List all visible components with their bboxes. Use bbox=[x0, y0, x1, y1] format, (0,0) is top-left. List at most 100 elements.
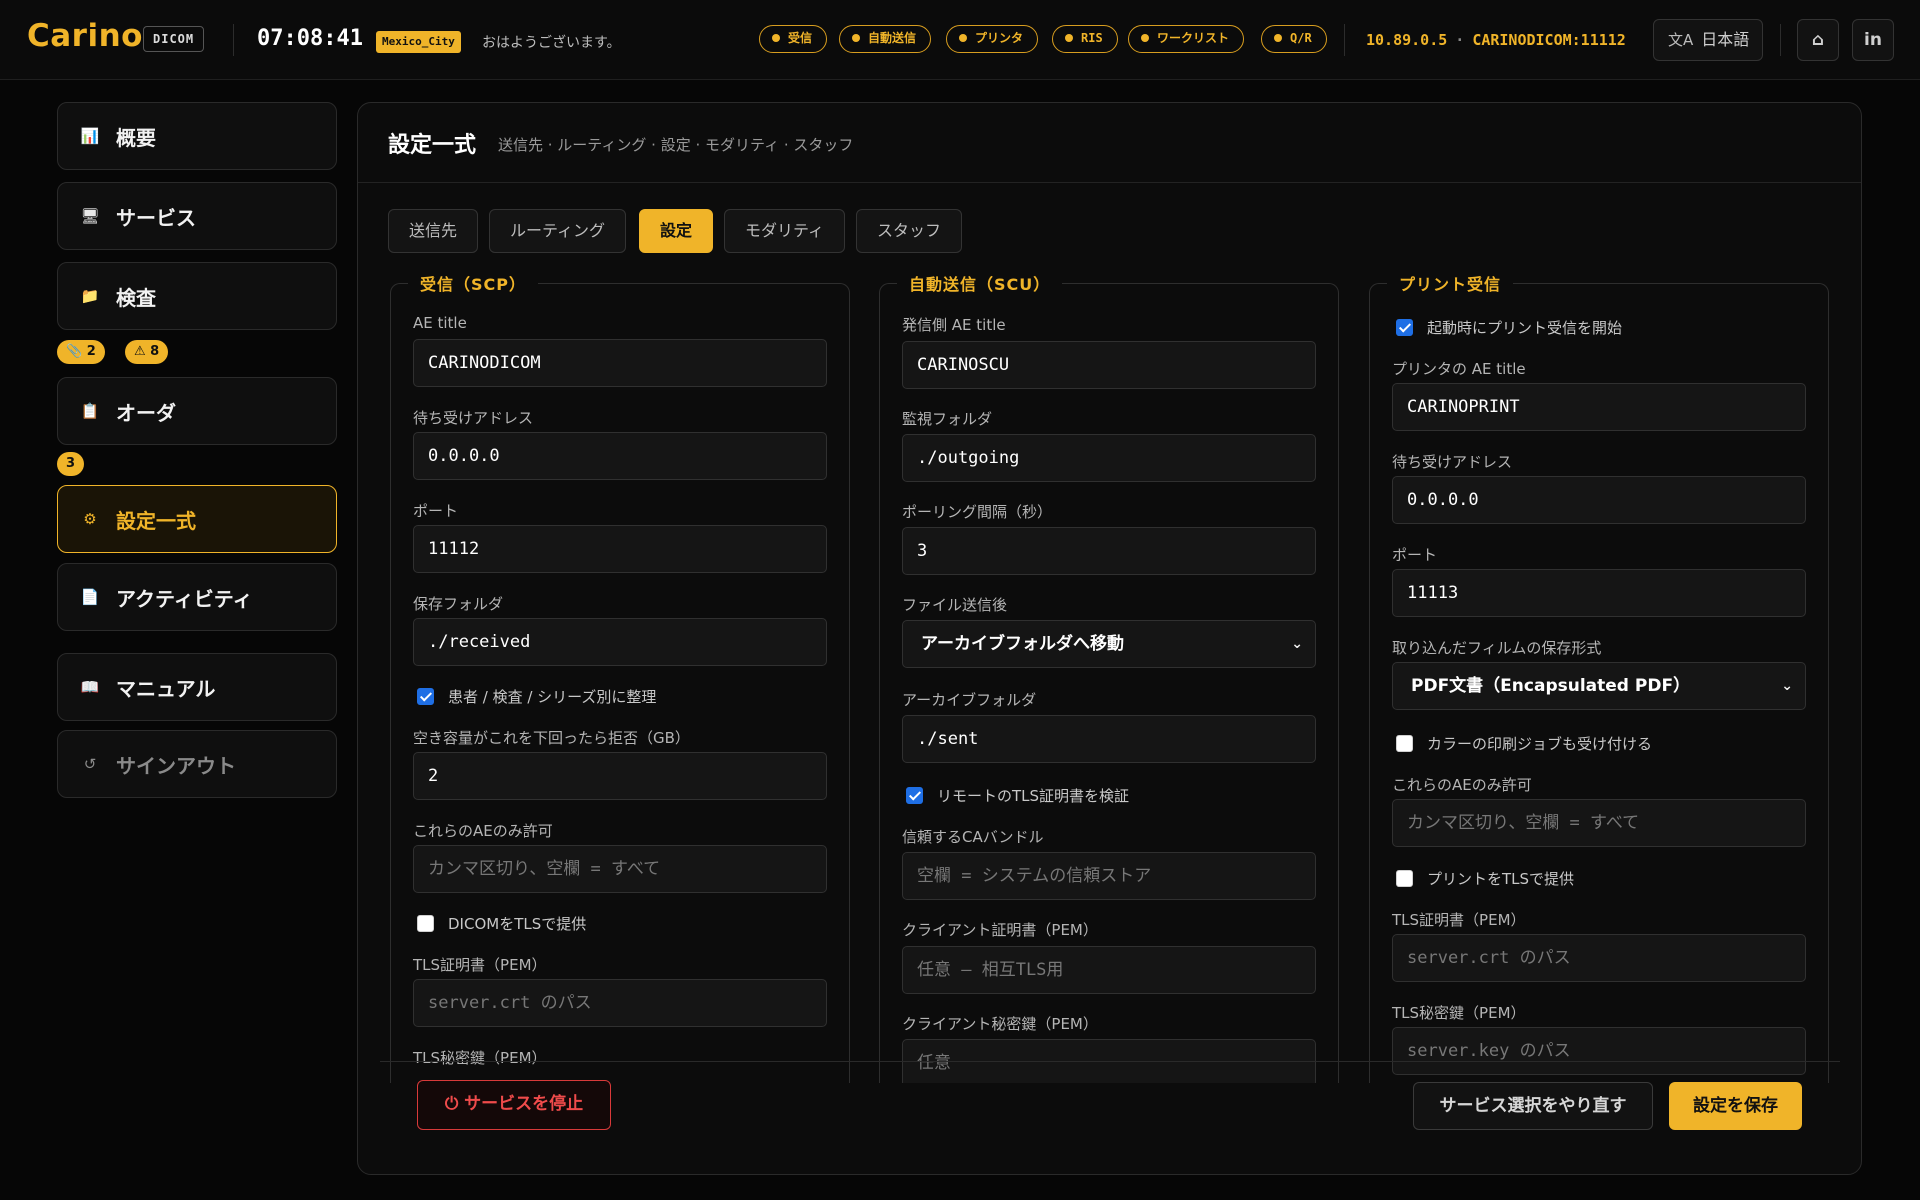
top-bar: Carino DICOM 07:08:41 Mexico_City おはようござ… bbox=[0, 0, 1920, 80]
status-label: 自動送信 bbox=[868, 31, 917, 45]
sidebar-item-label: サービス bbox=[116, 205, 196, 230]
status-label: ワークリスト bbox=[1157, 31, 1230, 45]
scp-tls-checkbox[interactable]: DICOMをTLSで提供 bbox=[417, 913, 586, 934]
sidebar-item-manual[interactable]: 📖 マニュアル bbox=[57, 653, 337, 721]
verify-tls-checkbox[interactable]: リモートのTLS証明書を検証 bbox=[906, 785, 1129, 806]
print-tls-cert-input[interactable] bbox=[1392, 934, 1806, 982]
tab-settings[interactable]: 設定 bbox=[639, 209, 714, 253]
ip-address: 10.89.0.5 bbox=[1366, 31, 1448, 49]
print-autostart-label: 起動時にプリント受信を開始 bbox=[1427, 319, 1623, 337]
scp-port-input[interactable] bbox=[413, 525, 827, 573]
linkedin-icon[interactable]: in bbox=[1852, 19, 1894, 61]
ca-bundle-label: 信頼するCAバンドル bbox=[902, 828, 1044, 846]
print-allowed-ae-input[interactable] bbox=[1392, 799, 1806, 847]
language-label: 日本語 bbox=[1701, 30, 1750, 49]
scp-allowed-ae-input[interactable] bbox=[413, 845, 827, 893]
status-label: RIS bbox=[1081, 31, 1103, 45]
tls-cert-label: TLS証明書（PEM） bbox=[413, 956, 547, 974]
status-dot-icon bbox=[1065, 34, 1073, 42]
tab-routing[interactable]: ルーティング bbox=[489, 209, 627, 253]
print-ae-title-input[interactable] bbox=[1392, 383, 1806, 431]
sidebar-item-services[interactable]: 🖥 サービス bbox=[57, 182, 337, 250]
film-format-value: PDF文書（Encapsulated PDF） bbox=[1411, 676, 1691, 696]
scp-listen-address-input[interactable] bbox=[413, 432, 827, 480]
allowed-ae-label: これらのAEのみ許可 bbox=[413, 822, 553, 840]
tab-modalities[interactable]: モダリティ bbox=[724, 209, 846, 253]
status-pill-worklist[interactable]: ワークリスト bbox=[1128, 25, 1245, 53]
scu-archive-folder-input[interactable] bbox=[902, 715, 1316, 763]
scu-watch-folder-input[interactable] bbox=[902, 434, 1316, 482]
print-autostart-checkbox[interactable]: 起動時にプリント受信を開始 bbox=[1396, 317, 1622, 338]
scu-ca-bundle-input[interactable] bbox=[902, 852, 1316, 900]
status-pill-ris[interactable]: RIS bbox=[1052, 25, 1118, 53]
gear-icon: ⚙ bbox=[83, 510, 97, 528]
watch-folder-label: 監視フォルダ bbox=[902, 410, 993, 428]
print-port-input[interactable] bbox=[1392, 569, 1806, 617]
sidebar-item-exams[interactable]: 📁 検査 bbox=[57, 262, 337, 330]
print-legend: プリント受信 bbox=[1387, 271, 1514, 295]
divider bbox=[1344, 24, 1345, 56]
sidebar-item-label: 設定一式 bbox=[116, 508, 196, 533]
sidebar-item-activity[interactable]: 📄 アクティビティ bbox=[57, 563, 337, 631]
scp-min-free-input[interactable] bbox=[413, 752, 827, 800]
document-icon: 📄 bbox=[80, 588, 100, 606]
sidebar-item-signout[interactable]: ↺ サインアウト bbox=[57, 730, 337, 798]
poll-interval-label: ポーリング間隔（秒） bbox=[902, 503, 1053, 521]
language-button[interactable]: 文A 日本語 bbox=[1653, 19, 1763, 61]
chevron-down-icon: ⌄ bbox=[1781, 678, 1793, 694]
stop-service-button[interactable]: ⏻ サービスを停止 bbox=[417, 1080, 611, 1130]
status-label: プリンタ bbox=[975, 31, 1024, 45]
listen-address-label: 待ち受けアドレス bbox=[413, 409, 534, 427]
checkbox-checked-icon bbox=[1396, 319, 1413, 336]
tab-destinations[interactable]: 送信先 bbox=[388, 209, 479, 253]
divider bbox=[1780, 24, 1781, 56]
printer-ae-title-label: プリンタの AE title bbox=[1392, 360, 1526, 378]
book-icon: 📖 bbox=[80, 678, 100, 696]
divider bbox=[233, 24, 234, 56]
after-send-select[interactable]: アーカイブフォルダへ移動 ⌄ bbox=[902, 620, 1316, 668]
scu-poll-interval-input[interactable] bbox=[902, 527, 1316, 575]
print-tls-key-input[interactable] bbox=[1392, 1027, 1806, 1075]
checkbox-unchecked-icon bbox=[1396, 870, 1413, 887]
film-format-select[interactable]: PDF文書（Encapsulated PDF） ⌄ bbox=[1392, 662, 1806, 710]
status-pill-qr[interactable]: Q/R bbox=[1261, 25, 1327, 53]
print-port-label: ポート bbox=[1392, 546, 1438, 564]
sidebar-item-label: 検査 bbox=[116, 285, 156, 310]
scu-ae-title-input[interactable] bbox=[902, 341, 1316, 389]
status-pill-scp[interactable]: 受信 bbox=[759, 25, 828, 53]
print-listen-label: 待ち受けアドレス bbox=[1392, 453, 1513, 471]
scp-storage-folder-input[interactable] bbox=[413, 618, 827, 666]
status-dot-icon bbox=[959, 34, 967, 42]
github-icon[interactable]: ⌂ bbox=[1797, 19, 1839, 61]
print-tls-checkbox[interactable]: プリントをTLSで提供 bbox=[1396, 868, 1574, 889]
tab-staff[interactable]: スタッフ bbox=[856, 209, 963, 253]
color-jobs-checkbox[interactable]: カラーの印刷ジョブも受け付ける bbox=[1396, 733, 1652, 754]
clipboard-icon: 📋 bbox=[80, 402, 100, 420]
sidebar-item-orders[interactable]: 📋 オーダ bbox=[57, 377, 337, 445]
min-free-label: 空き容量がこれを下回ったら拒否（GB） bbox=[413, 729, 690, 747]
reset-services-button[interactable]: サービス選択をやり直す bbox=[1413, 1082, 1653, 1130]
sender-ae-title-label: 発信側 AE title bbox=[902, 316, 1006, 334]
scu-client-cert-input[interactable] bbox=[902, 946, 1316, 994]
checkbox-checked-icon bbox=[906, 787, 923, 804]
brand-logo: Carino bbox=[27, 18, 143, 54]
save-settings-button[interactable]: 設定を保存 bbox=[1669, 1082, 1802, 1130]
scu-section: 発信側 AE title 監視フォルダ ポーリング間隔（秒） ファイル送信後 ア… bbox=[879, 283, 1339, 1083]
page-title: 設定一式 bbox=[388, 133, 477, 158]
status-dot-icon bbox=[852, 34, 860, 42]
scu-legend: 自動送信（SCU） bbox=[897, 271, 1063, 295]
scp-tls-cert-input[interactable] bbox=[413, 979, 827, 1027]
status-pill-scu[interactable]: 自動送信 bbox=[839, 25, 932, 53]
print-listen-address-input[interactable] bbox=[1392, 476, 1806, 524]
status-pill-printer[interactable]: プリンタ bbox=[946, 25, 1039, 53]
scp-ae-title-input[interactable] bbox=[413, 339, 827, 387]
sidebar-item-overview[interactable]: 📊 概要 bbox=[57, 102, 337, 170]
sidebar-item-settings[interactable]: ⚙ 設定一式 bbox=[57, 485, 337, 553]
ae-endpoint: CARINODICOM:11112 bbox=[1472, 31, 1626, 49]
organize-label: 患者 / 検査 / シリーズ別に整理 bbox=[448, 688, 657, 706]
timezone-badge: Mexico_City bbox=[376, 31, 461, 53]
sidebar-item-label: 概要 bbox=[116, 125, 156, 150]
print-allowed-ae-label: これらのAEのみ許可 bbox=[1392, 776, 1532, 794]
tls-key-label: TLS秘密鍵（PEM） bbox=[413, 1049, 547, 1067]
organize-checkbox[interactable]: 患者 / 検査 / シリーズ別に整理 bbox=[417, 686, 656, 707]
